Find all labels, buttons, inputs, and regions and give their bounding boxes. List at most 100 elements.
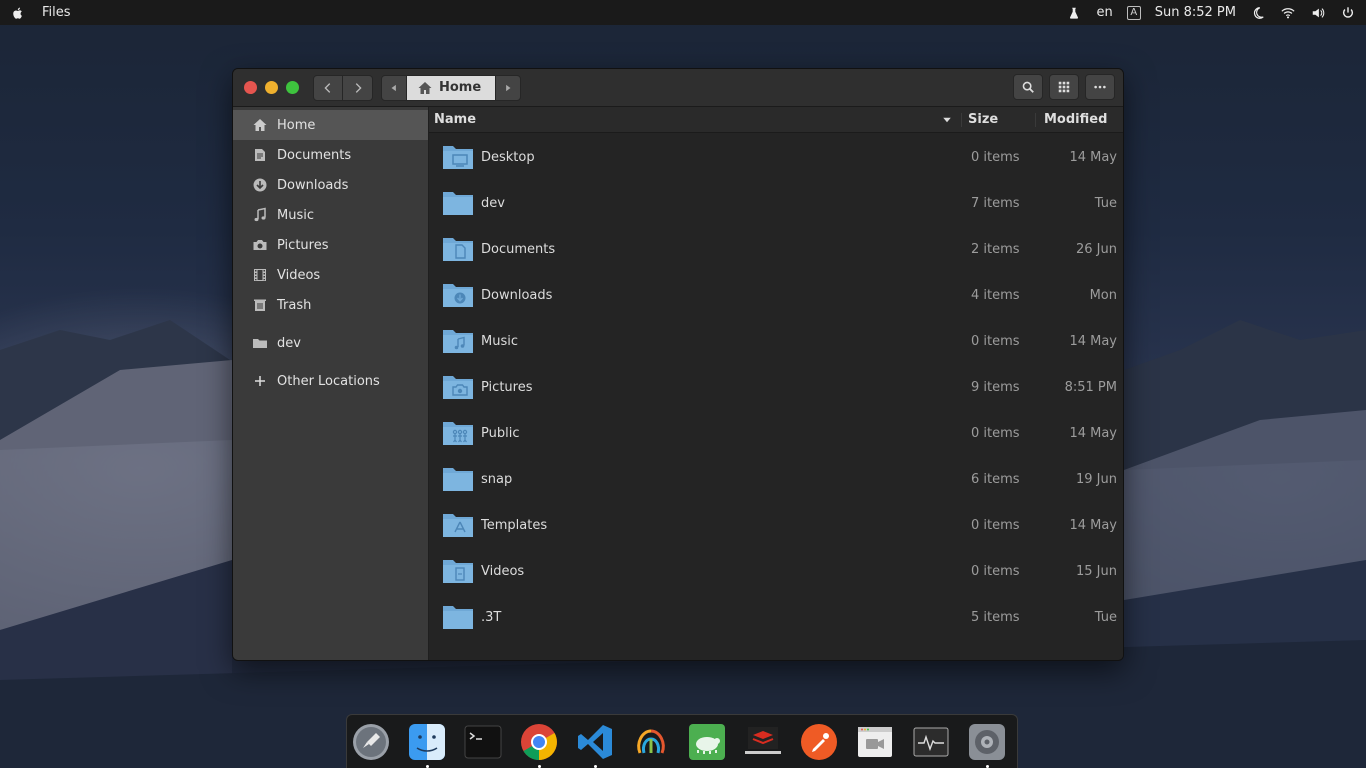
forward-button[interactable] [343,74,373,101]
file-name: Templates [481,517,548,533]
file-row[interactable]: snap 6 items 19 Jun [429,456,1123,502]
file-row[interactable]: Downloads 4 items Mon [429,272,1123,318]
file-name-cell: Documents [429,232,961,266]
active-app-name[interactable]: Files [42,5,71,20]
triangle-left-icon [391,84,396,91]
sidebar-item-label: Documents [277,147,352,163]
places-sidebar: Home Documents Downloads Music Pictures … [233,107,429,660]
header-bar: Home [233,69,1123,107]
close-window-button[interactable] [244,81,257,94]
dock-item-system-monitor[interactable] [912,723,950,761]
file-size: 0 items [971,517,1020,533]
file-modified: 14 May [1069,333,1117,349]
view-toggle-button[interactable] [1049,74,1079,100]
file-row[interactable]: Desktop 0 items 14 May [429,134,1123,180]
maximize-window-button[interactable] [286,81,299,94]
file-modified: 8:51 PM [1064,379,1117,395]
sidebar-item-videos[interactable]: Videos [233,260,428,290]
dock-item-finder[interactable] [408,723,446,768]
launchpad-icon [353,724,389,760]
file-row[interactable]: .3T 5 items Tue [429,594,1123,640]
input-method-icon[interactable]: A [1126,5,1141,20]
flask-icon[interactable] [1066,5,1082,21]
folder-icon [443,606,473,629]
folder-icon [443,468,473,491]
dock-item-system-preferences[interactable] [968,723,1006,768]
dock-item-navicat[interactable] [632,723,670,761]
file-size: 7 items [971,195,1020,211]
dock-item-turtle-app[interactable] [688,723,726,761]
download-icon [253,178,267,192]
file-name-cell: Public [429,416,961,450]
file-name: Public [481,425,520,441]
clock[interactable]: Sun 8:52 PM [1155,5,1236,20]
file-rows: Desktop 0 items 14 May dev 7 items Tue Documen… [429,134,1123,640]
redis-desktop-icon [745,727,781,754]
chevron-right-icon [355,82,362,93]
dock-item-chrome[interactable] [520,723,558,768]
search-button[interactable] [1013,74,1043,100]
file-row[interactable]: Public 0 items 14 May [429,410,1123,456]
file-row[interactable]: Pictures 9 items 8:51 PM [429,364,1123,410]
path-crumb-home[interactable]: Home [407,74,496,101]
column-header-name[interactable]: Name [429,112,961,127]
sidebar-item-other-locations[interactable]: Other Locations [233,366,428,396]
sidebar-item-trash[interactable]: Trash [233,290,428,320]
file-name-cell: Desktop [429,140,961,174]
sidebar-item-home[interactable]: Home [233,110,428,140]
apple-menu-icon[interactable] [10,5,26,21]
path-scroll-left-button[interactable] [381,74,407,101]
volume-icon[interactable] [1310,5,1326,21]
screen-recorder-icon [858,727,892,757]
dock-item-screen-recorder[interactable] [856,723,894,761]
sidebar-item-dev[interactable]: dev [233,328,428,358]
file-row[interactable]: Documents 2 items 26 Jun [429,226,1123,272]
dock-item-terminal[interactable] [464,723,502,761]
sidebar-item-downloads[interactable]: Downloads [233,170,428,200]
file-name: dev [481,195,505,211]
file-modified: 19 Jun [1076,471,1117,487]
column-header-size[interactable]: Size [961,112,1035,127]
file-row[interactable]: Templates 0 items 14 May [429,502,1123,548]
file-name: Downloads [481,287,553,303]
film-icon [254,269,266,281]
sidebar-item-music[interactable]: Music [233,200,428,230]
column-header-name-label: Name [434,112,477,127]
file-modified: Tue [1094,195,1117,211]
sidebar-item-label: Videos [277,267,321,283]
sidebar-item-pictures[interactable]: Pictures [233,230,428,260]
folder-icon [443,284,473,307]
dock-item-vscode[interactable] [576,723,614,768]
folder-icon [253,339,267,348]
back-button[interactable] [313,74,343,101]
top-panel: Files en A Sun 8:52 PM [0,0,1366,25]
minimize-window-button[interactable] [265,81,278,94]
language-indicator[interactable]: en [1096,5,1112,20]
column-header-modified[interactable]: Modified [1035,112,1123,127]
file-modified: 15 Jun [1076,563,1117,579]
clock-time: 8:52 PM [1183,5,1236,20]
power-icon[interactable] [1340,5,1356,21]
dock-item-redis-desktop[interactable] [744,723,782,761]
dock-item-launchpad[interactable] [352,723,390,761]
menu-button[interactable] [1085,74,1115,100]
file-modified: Tue [1094,609,1117,625]
camera-icon [253,240,267,250]
path-scroll-right-button[interactable] [495,74,522,101]
folder-icon [443,376,473,399]
file-row[interactable]: dev 7 items Tue [429,180,1123,226]
sidebar-item-documents[interactable]: Documents [233,140,428,170]
file-modified: Mon [1089,287,1117,303]
file-modified: 14 May [1069,425,1117,441]
file-row[interactable]: Videos 0 items 15 Jun [429,548,1123,594]
history-nav [313,74,373,101]
path-bar: Home [381,74,522,101]
dock-item-postman[interactable] [800,723,838,761]
file-modified: 26 Jun [1076,241,1117,257]
postman-icon [801,724,837,760]
wifi-icon[interactable] [1280,5,1296,21]
night-mode-icon[interactable] [1250,5,1266,21]
files-window: Home Home Documents Downloads Music Pict… [232,68,1124,661]
file-row[interactable]: Music 0 items 14 May [429,318,1123,364]
file-name: Videos [481,563,525,579]
